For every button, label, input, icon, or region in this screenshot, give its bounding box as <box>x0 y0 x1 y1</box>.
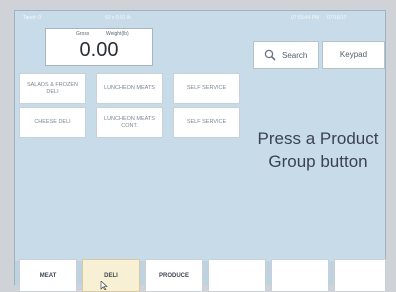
product-group-button[interactable]: LUNCHEON MEATS CONT. <box>96 107 163 138</box>
tab-deli[interactable]: DELI <box>82 259 140 292</box>
scale-interval: 50 x 0.01 lb <box>105 15 131 21</box>
weight-value: 0.00 <box>79 39 119 61</box>
clock-time: 07:50:44 PM <box>291 15 320 21</box>
tab-empty-5[interactable] <box>271 259 329 292</box>
weight-unit-label: Weight(lb) <box>106 31 129 37</box>
tab-produce[interactable]: PRODUCE <box>145 259 203 292</box>
search-label: Search <box>282 51 308 60</box>
instruction-prompt: Press a Product Group button <box>257 129 379 171</box>
product-group-button[interactable]: SELF SERVICE <box>173 107 240 138</box>
scale-screen: Tare#: 0 50 x 0.01 lb 07:50:44 PM 07/16/… <box>14 10 386 285</box>
tab-empty-4[interactable] <box>208 259 266 292</box>
tare-status: Tare#: 0 <box>23 15 42 21</box>
product-group-button[interactable]: SELF SERVICE <box>173 73 240 104</box>
product-group-button[interactable]: SALADS & FROZEN DELI <box>19 73 86 104</box>
status-bar: Tare#: 0 50 x 0.01 lb 07:50:44 PM 07/16/… <box>15 11 385 29</box>
gross-label: Gross <box>76 31 90 37</box>
clock-date: 07/16/17 <box>327 15 347 21</box>
product-group-button[interactable]: CHEESE DELI <box>19 107 86 138</box>
search-button[interactable]: Search <box>253 41 319 69</box>
weight-display: Gross Weight(lb) 0.00 <box>45 28 153 66</box>
tab-empty-6[interactable] <box>334 259 386 292</box>
product-group-button[interactable]: LUNCHEON MEATS <box>96 73 163 104</box>
search-icon <box>264 49 276 61</box>
keypad-button[interactable]: Keypad <box>322 41 385 69</box>
tab-meat[interactable]: MEAT <box>19 259 77 292</box>
